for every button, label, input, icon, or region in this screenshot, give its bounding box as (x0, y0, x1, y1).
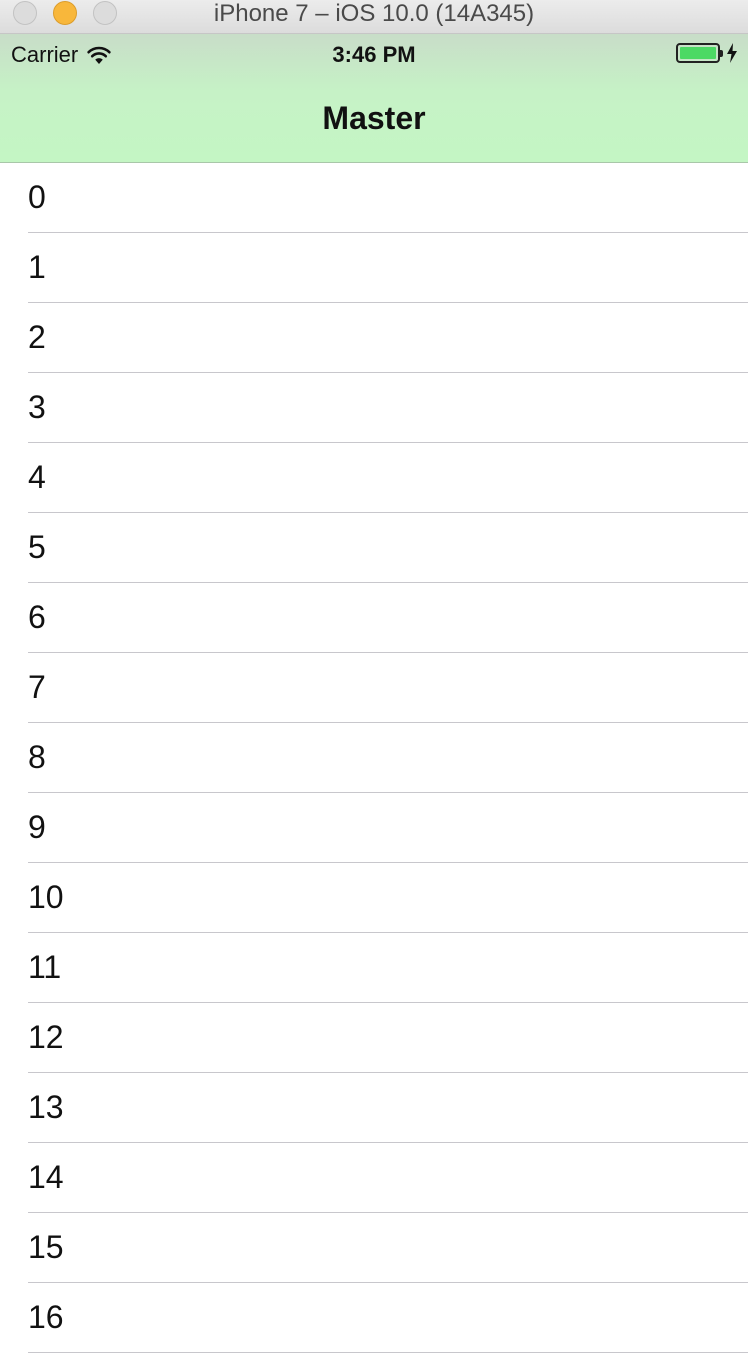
battery-tip (720, 50, 723, 57)
row-label: 6 (28, 599, 46, 635)
table-row[interactable]: 9 (0, 793, 748, 863)
row-label: 0 (28, 179, 46, 215)
row-label: 10 (28, 879, 64, 915)
navigation-bar: Carrier 3:46 PM Master (0, 34, 748, 163)
row-label: 12 (28, 1019, 64, 1055)
table-row[interactable]: 15 (0, 1213, 748, 1283)
table-row[interactable]: 1 (0, 233, 748, 303)
table-row[interactable]: 11 (0, 933, 748, 1003)
row-label: 16 (28, 1299, 64, 1335)
window-titlebar: iPhone 7 – iOS 10.0 (14A345) (0, 0, 748, 34)
table-row[interactable]: 0 (0, 163, 748, 233)
table-row[interactable]: 7 (0, 653, 748, 723)
table-row[interactable]: 13 (0, 1073, 748, 1143)
battery-level-fill (680, 47, 716, 59)
table-row[interactable]: 8 (0, 723, 748, 793)
table-row[interactable]: 16 (0, 1283, 748, 1353)
table-row[interactable]: 10 (0, 863, 748, 933)
simulator-window: iPhone 7 – iOS 10.0 (14A345) Carrier 3:4… (0, 0, 748, 1370)
window-title: iPhone 7 – iOS 10.0 (14A345) (213, 0, 535, 27)
battery-indicator (676, 43, 738, 63)
table-row[interactable]: 6 (0, 583, 748, 653)
row-label: 9 (28, 809, 46, 845)
table-row[interactable]: 14 (0, 1143, 748, 1213)
nav-title: Master (322, 100, 426, 136)
table-row[interactable]: 2 (0, 303, 748, 373)
master-table: 0 1 2 3 4 5 6 7 8 9 10 11 12 13 14 15 16 (0, 163, 748, 1353)
row-label: 11 (28, 949, 62, 985)
charging-bolt-icon (727, 43, 737, 63)
row-label: 1 (28, 249, 46, 285)
row-label: 4 (28, 459, 46, 495)
table-row[interactable]: 4 (0, 443, 748, 513)
row-label: 5 (28, 529, 46, 565)
table-row[interactable]: 3 (0, 373, 748, 443)
battery-icon (676, 43, 723, 63)
row-label: 7 (28, 669, 46, 705)
row-label: 8 (28, 739, 46, 775)
row-label: 13 (28, 1089, 64, 1125)
row-label: 14 (28, 1159, 64, 1195)
table-row[interactable]: 5 (0, 513, 748, 583)
row-label: 2 (28, 319, 46, 355)
row-label: 15 (28, 1229, 64, 1265)
status-time: 3:46 PM (332, 42, 416, 67)
row-label: 3 (28, 389, 46, 425)
table-row[interactable]: 12 (0, 1003, 748, 1073)
